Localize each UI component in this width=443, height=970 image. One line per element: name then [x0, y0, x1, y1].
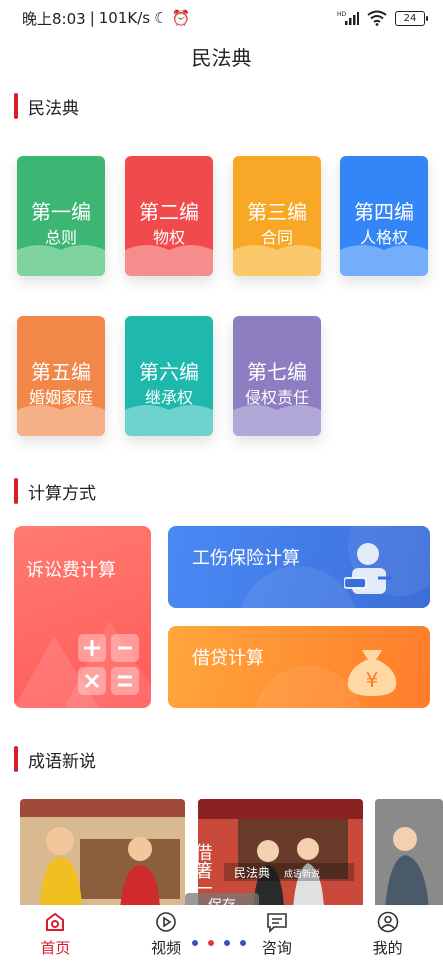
nav-label: 咨询 — [261, 939, 292, 957]
book-card[interactable]: 第五编 婚姻家庭 — [17, 316, 105, 436]
book-volume: 第五编 — [31, 360, 91, 384]
alarm-icon: ⏰ — [171, 9, 191, 27]
nav-label: 我的 — [372, 939, 403, 957]
moon-icon: ☾ — [154, 9, 168, 27]
section-calc: 计算方式 — [14, 478, 96, 504]
svg-text:HD: HD — [337, 11, 347, 18]
bottom-nav: 首页 视频 咨询 我的 — [0, 905, 443, 970]
book-card[interactable]: 第二编 物权 — [125, 156, 213, 276]
nav-consult[interactable]: 咨询 — [222, 905, 333, 970]
injury-insurance-label: 工伤保险计算 — [192, 548, 300, 569]
section-title: 计算方式 — [28, 483, 96, 504]
book-volume: 第六编 — [139, 360, 199, 384]
section-idioms: 成语新说 — [14, 746, 96, 772]
nav-label: 视频 — [151, 939, 182, 957]
profile-icon — [377, 911, 398, 933]
status-separator: | — [89, 9, 95, 27]
money-bag-icon: ¥ — [347, 650, 397, 696]
nav-profile[interactable]: 我的 — [332, 905, 443, 970]
home-icon — [46, 912, 65, 931]
book-name: 合同 — [260, 228, 293, 247]
wifi-icon — [367, 10, 387, 26]
book-name: 继承权 — [144, 388, 193, 407]
loan-calc-card[interactable]: 借贷计算 ¥ — [168, 626, 430, 708]
injury-insurance-calc-card[interactable]: 工伤保险计算 — [168, 526, 430, 608]
section-title: 民法典 — [28, 98, 79, 119]
book-card[interactable]: 第七编 侵权责任 — [233, 316, 321, 436]
battery-level: 24 — [403, 12, 417, 24]
section-accent-bar — [14, 93, 18, 119]
carousel-dots — [192, 940, 246, 946]
loan-label: 借贷计算 — [192, 648, 264, 669]
carousel-dot[interactable] — [240, 940, 246, 946]
section-civil-code: 民法典 — [14, 93, 79, 119]
book-card[interactable]: 第四编 人格权 — [340, 156, 428, 276]
section-accent-bar — [14, 746, 18, 772]
book-volume: 第三编 — [247, 200, 307, 224]
book-card[interactable]: 第六编 继承权 — [125, 316, 213, 436]
calculator-icon — [78, 634, 139, 695]
idiom-illustration — [20, 799, 185, 909]
svg-text:成语新说: 成语新说 — [284, 868, 320, 880]
message-icon — [267, 913, 287, 933]
carousel-dot-active[interactable] — [208, 940, 214, 946]
nav-video[interactable]: 视频 — [111, 905, 222, 970]
nav-label: 首页 — [40, 939, 71, 957]
section-title: 成语新说 — [28, 751, 96, 772]
nav-home[interactable]: 首页 — [0, 905, 111, 970]
carousel-dot[interactable] — [192, 940, 198, 946]
status-left: 晚上8:03 | 101K/s ☾ ⏰ — [22, 8, 190, 29]
idiom-illustration — [375, 799, 443, 909]
svg-text:民法典: 民法典 — [234, 866, 270, 880]
book-name: 总则 — [44, 228, 77, 247]
injured-person-icon — [344, 543, 392, 594]
book-card[interactable]: 第三编 合同 — [233, 156, 321, 276]
book-name: 侵权责任 — [244, 388, 309, 407]
book-volume: 第一编 — [31, 200, 91, 224]
book-name: 婚姻家庭 — [28, 388, 93, 407]
carousel-dot[interactable] — [224, 940, 230, 946]
status-bar: 晚上8:03 | 101K/s ☾ ⏰ HD 24 — [0, 0, 443, 36]
litigation-calc-card[interactable]: 诉讼费计算 — [14, 526, 151, 708]
section-accent-bar — [14, 478, 18, 504]
signal-icon: HD — [337, 11, 359, 25]
book-volume: 第二编 — [139, 200, 199, 224]
idiom-video-1[interactable] — [20, 799, 185, 909]
status-time: 晚上8:03 — [22, 9, 86, 28]
litigation-label: 诉讼费计算 — [26, 560, 116, 581]
book-card[interactable]: 第一编 总则 — [17, 156, 105, 276]
status-speed: 101K/s — [98, 9, 151, 27]
idiom-video-3[interactable] — [375, 799, 443, 909]
battery-icon: 24 — [395, 10, 428, 26]
book-volume: 第四编 — [354, 200, 414, 224]
page-title: 民法典 — [191, 46, 252, 70]
book-name: 物权 — [152, 228, 185, 247]
book-name: 人格权 — [359, 228, 408, 247]
idiom-title-text: 借箸一 — [198, 843, 213, 897]
status-right: HD 24 — [337, 10, 428, 26]
book-volume: 第七编 — [247, 360, 307, 384]
yen-symbol: ¥ — [366, 668, 379, 692]
play-icon — [156, 912, 176, 932]
